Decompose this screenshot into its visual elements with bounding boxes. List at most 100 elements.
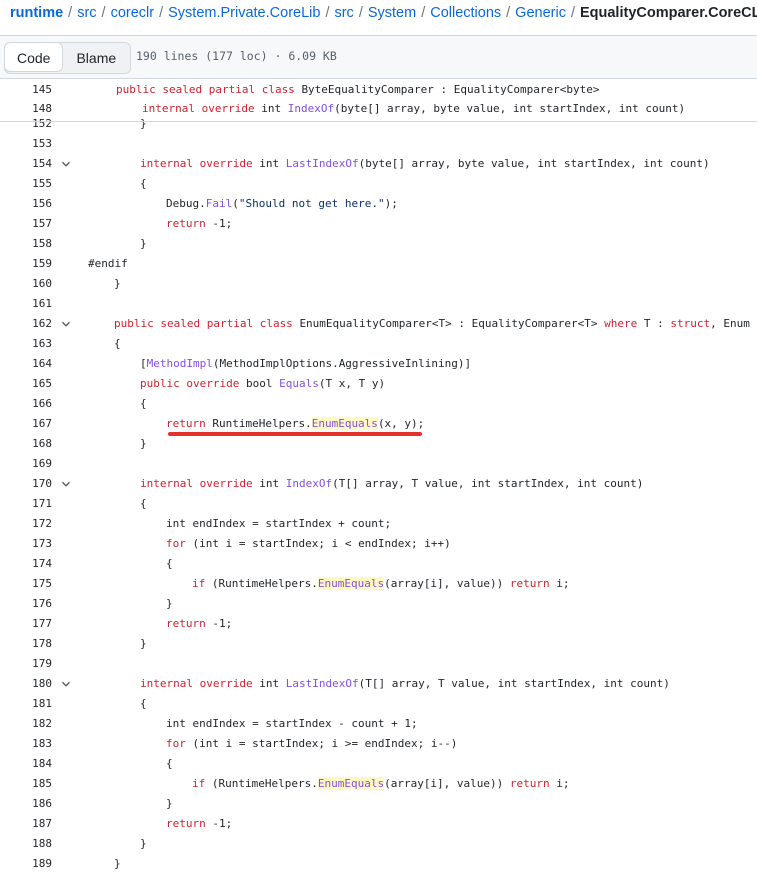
- breadcrumb-link[interactable]: System: [368, 5, 416, 21]
- line-number[interactable]: 177: [20, 614, 52, 634]
- line-number[interactable]: 170: [20, 474, 52, 494]
- line-number[interactable]: 160: [20, 274, 52, 294]
- code-token: }: [114, 277, 121, 290]
- line-number[interactable]: 185: [20, 774, 52, 794]
- file-info: 190 lines (177 loc) · 6.09 KB: [136, 49, 337, 63]
- breadcrumb-separator: /: [506, 5, 511, 21]
- line-number[interactable]: 188: [20, 834, 52, 854]
- code-text: }: [166, 794, 173, 814]
- code-text: int endIndex = startIndex - count + 1;: [166, 714, 418, 734]
- code-line: 168}: [0, 434, 757, 454]
- code-text: [MethodImpl(MethodImplOptions.Aggressive…: [140, 354, 471, 374]
- code-text: return -1;: [166, 614, 232, 634]
- code-token: MethodImpl: [146, 357, 213, 370]
- line-number[interactable]: 166: [20, 394, 52, 414]
- code-text: }: [166, 594, 173, 614]
- code-token: int: [259, 677, 286, 690]
- line-number[interactable]: 161: [20, 294, 52, 314]
- code-line: 179: [0, 654, 757, 674]
- breadcrumb-link[interactable]: Generic: [515, 5, 566, 21]
- line-number[interactable]: 186: [20, 794, 52, 814]
- line-number[interactable]: 164: [20, 354, 52, 374]
- code-token: return: [166, 817, 213, 830]
- line-number[interactable]: 155: [20, 174, 52, 194]
- code-token: i;: [556, 577, 570, 590]
- line-number[interactable]: 167: [20, 414, 52, 434]
- line-number[interactable]: 174: [20, 554, 52, 574]
- line-number[interactable]: 169: [20, 454, 52, 474]
- code-line: 177 return -1;: [0, 614, 757, 634]
- line-number[interactable]: 165: [20, 374, 52, 394]
- code-line: 184 {: [0, 754, 757, 774]
- breadcrumb-link[interactable]: Collections: [430, 5, 501, 21]
- code-line: 171 {: [0, 494, 757, 514]
- code-line: 160}: [0, 274, 757, 294]
- code-line: 169: [0, 454, 757, 474]
- code-line: 158}: [0, 234, 757, 254]
- code-token: [: [140, 357, 147, 370]
- line-number[interactable]: 159: [20, 254, 52, 274]
- chevron-down-icon[interactable]: [60, 478, 72, 490]
- code-text: }: [114, 854, 121, 874]
- line-number[interactable]: 184: [20, 754, 52, 774]
- tab-code[interactable]: Code: [5, 43, 64, 72]
- code-text: internal override int LastIndexOf(T[] ar…: [140, 674, 670, 694]
- code-text: {: [140, 694, 147, 714]
- breadcrumb-link[interactable]: src: [77, 5, 96, 21]
- line-number[interactable]: 154: [20, 154, 52, 174]
- sticky-header-line: 148 internal override int IndexOf(byte[] …: [0, 99, 757, 119]
- line-number[interactable]: 182: [20, 714, 52, 734]
- line-number[interactable]: 180: [20, 674, 52, 694]
- line-number[interactable]: 179: [20, 654, 52, 674]
- code-text: public override bool Equals(T x, T y): [140, 374, 385, 394]
- code-line: 182 int endIndex = startIndex - count + 1…: [0, 714, 757, 734]
- line-number[interactable]: 145: [20, 80, 52, 100]
- code-token: bool: [245, 377, 280, 390]
- code-text: }: [140, 834, 147, 854]
- code-token: T :: [643, 317, 671, 330]
- line-number[interactable]: 153: [20, 134, 52, 154]
- code-token: (array[i], value)): [384, 577, 510, 590]
- code-line: 164 [MethodImpl(MethodImplOptions.Aggress…: [0, 354, 757, 374]
- line-number[interactable]: 175: [20, 574, 52, 594]
- code-text: {: [166, 554, 173, 574]
- chevron-down-icon[interactable]: [60, 318, 72, 330]
- code-line: 186}: [0, 794, 757, 814]
- tab-blame[interactable]: Blame: [62, 43, 130, 73]
- line-number[interactable]: 168: [20, 434, 52, 454]
- line-number[interactable]: 181: [20, 694, 52, 714]
- code-text: internal override int IndexOf(T[] array,…: [140, 474, 643, 494]
- line-number[interactable]: 171: [20, 494, 52, 514]
- breadcrumb-link[interactable]: coreclr: [111, 5, 155, 21]
- chevron-down-icon[interactable]: [60, 158, 72, 170]
- line-number[interactable]: 178: [20, 634, 52, 654]
- breadcrumb-link[interactable]: src: [334, 5, 353, 21]
- line-number[interactable]: 189: [20, 854, 52, 874]
- breadcrumb-separator: /: [159, 5, 164, 21]
- code-token: (T[] array, T value, int startIndex, int…: [358, 677, 670, 690]
- code-token: int: [259, 477, 286, 490]
- chevron-down-icon[interactable]: [60, 678, 72, 690]
- code-token: public override: [140, 377, 246, 390]
- breadcrumb-link[interactable]: System.Private.CoreLib: [168, 5, 320, 21]
- code-token: (byte[] array, byte value, int startInde…: [358, 157, 710, 170]
- breadcrumb-link[interactable]: runtime: [10, 5, 63, 21]
- line-number[interactable]: 163: [20, 334, 52, 354]
- line-number[interactable]: 157: [20, 214, 52, 234]
- line-number[interactable]: 172: [20, 514, 52, 534]
- line-number[interactable]: 148: [20, 99, 52, 119]
- line-number[interactable]: 183: [20, 734, 52, 754]
- line-number[interactable]: 187: [20, 814, 52, 834]
- code-token: (T x, T y): [318, 377, 386, 390]
- line-number[interactable]: 156: [20, 194, 52, 214]
- code-text: {: [140, 394, 147, 414]
- code-token: internal override: [142, 102, 262, 115]
- code-token: -1;: [212, 617, 233, 630]
- sticky-header-line: 145 public sealed partial class ByteEqual…: [0, 80, 757, 100]
- code-token: {: [140, 177, 147, 190]
- line-number[interactable]: 162: [20, 314, 52, 334]
- line-number[interactable]: 173: [20, 534, 52, 554]
- line-number[interactable]: 158: [20, 234, 52, 254]
- code-token: }: [140, 237, 147, 250]
- line-number[interactable]: 176: [20, 594, 52, 614]
